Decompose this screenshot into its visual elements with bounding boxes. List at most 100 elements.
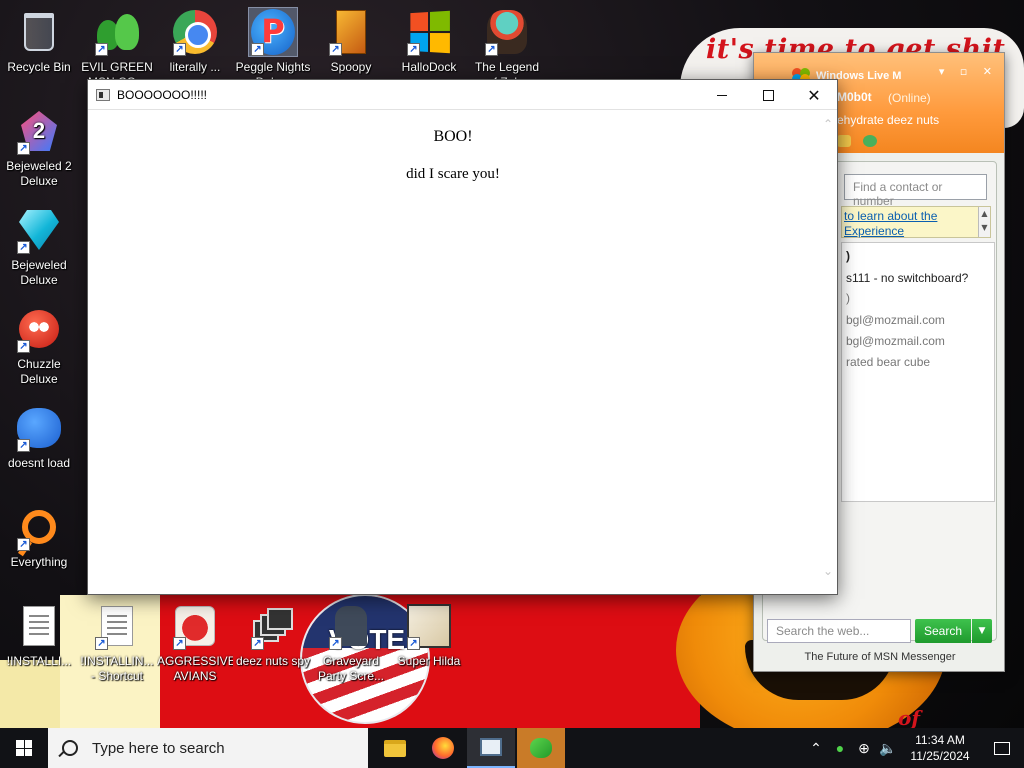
banner-link-line-1[interactable]: to learn about the — [844, 209, 937, 223]
scroll-up-arrow-icon[interactable]: ⌃ — [823, 118, 833, 130]
desktop-icon-bejeweled-2[interactable]: 2 ↗ Bejeweled 2 Deluxe — [1, 107, 77, 189]
close-button[interactable]: ✕ — [791, 80, 837, 110]
desktop-icon-evil-green-msn[interactable]: ↗ EVIL GREEN MSN CO... — [79, 8, 155, 90]
desktop-icon-doesnt-load[interactable]: ↗ doesnt load — [1, 404, 77, 471]
desktop-icon-legend[interactable]: ↗ The Legend of Zel... — [469, 8, 545, 90]
shortcut-arrow-icon: ↗ — [17, 142, 30, 155]
desktop-icon-bejeweled[interactable]: ↗ Bejeweled Deluxe — [1, 206, 77, 288]
desktop-icon-peggle-nights[interactable]: P↗ Peggle Nights Delu... — [235, 7, 311, 90]
desktop-icon-deez-nuts-spy[interactable]: ↗ deez nuts spy — [235, 602, 311, 669]
msn-display-name[interactable]: M0b0t — [837, 90, 872, 104]
scroll-down-arrow-icon[interactable]: ⌄ — [823, 565, 833, 577]
angry-bird-icon: ↗ — [171, 602, 219, 650]
desktop-icon-installing[interactable]: !INSTALLI... — [1, 602, 77, 669]
dialog-title: BOOOOOOO!!!!! — [117, 87, 208, 102]
vertical-scrollbar[interactable]: ⌃ ⌄ — [819, 111, 837, 596]
contact-item[interactable]: bgl@mozmail.com — [846, 313, 994, 327]
desktop-icon-label: deez nuts spy — [235, 654, 311, 668]
desktop-icon-label: Everything — [10, 555, 68, 569]
taskbar-search-placeholder: Type here to search — [92, 739, 225, 757]
msn-spaces-icon[interactable] — [863, 135, 877, 147]
web-search-button[interactable]: Search — [915, 619, 971, 643]
msn-contact-list: ) s111 - no switchboard? ) bgl@mozmail.c… — [841, 242, 995, 502]
banner-link-line-2[interactable]: Experience — [844, 224, 904, 238]
notification-center-button[interactable] — [980, 728, 1024, 768]
desktop-icon-label: HalloDock — [401, 60, 457, 74]
boo-message: did I scare you! — [406, 166, 500, 182]
shortcut-arrow-icon: ↗ — [17, 340, 30, 353]
desktop-icon-label: Recycle Bin — [7, 60, 71, 74]
taskbar-firefox[interactable] — [419, 728, 467, 768]
diamond-gem-icon: ↗ — [15, 206, 63, 254]
msn-tray-icon[interactable]: ● — [828, 740, 852, 756]
desktop-icon-literally[interactable]: ↗ literally ... — [157, 8, 233, 75]
search-icon — [62, 740, 78, 756]
desktop-icon-aggressive-avians[interactable]: ↗ AGGRESSIVE AVIANS — [157, 602, 233, 684]
shortcut-arrow-icon: ↗ — [329, 43, 342, 56]
msn-personal-message[interactable]: ehydrate deez nuts — [837, 113, 939, 127]
taskbar-file-explorer[interactable] — [371, 728, 419, 768]
contact-search-input[interactable]: Find a contact or number — [844, 174, 987, 208]
taskbar-msn-messenger[interactable] — [517, 728, 565, 768]
contact-group-header[interactable]: ) — [846, 249, 994, 263]
msn-window-controls[interactable]: ▾ ▫ ✕ — [939, 65, 998, 78]
msn-status-text[interactable]: (Online) — [888, 91, 931, 105]
desktop-icon-label: !INSTALLIN... - Shortcut — [80, 654, 154, 683]
taskbar-clock[interactable]: 11:34 AM 11/25/2024 — [900, 732, 980, 764]
desktop-icon-label: !INSTALLI... — [6, 654, 72, 668]
taskbar: Type here to search ⌃ ● ⊕ 🔈 11:34 AM 11/… — [0, 728, 1024, 768]
shortcut-arrow-icon: ↗ — [329, 637, 342, 650]
desktop-icon-label: Bejeweled 2 Deluxe — [6, 159, 72, 188]
desktop-icon-everything[interactable]: ↗ Everything — [1, 503, 77, 570]
contact-item[interactable]: bgl@mozmail.com — [846, 334, 994, 348]
contact-item[interactable]: rated bear cube — [846, 355, 994, 369]
volume-icon[interactable]: 🔈 — [876, 740, 900, 757]
desktop-icon-label: Spoopy — [330, 60, 372, 74]
taskbar-search-box[interactable]: Type here to search — [48, 728, 368, 768]
graveyard-icon: ↗ — [327, 602, 375, 650]
web-search-input[interactable]: Search the web... — [767, 619, 911, 643]
shortcut-arrow-icon: ↗ — [95, 43, 108, 56]
desktop-icon-installing-shortcut[interactable]: ↗ !INSTALLIN... - Shortcut — [79, 602, 155, 684]
desktop-icon-label: Chuzzle Deluxe — [17, 357, 61, 386]
msn-people-icon — [530, 738, 552, 758]
desktop-icon-hallodock[interactable]: ↗ HalloDock — [391, 8, 467, 75]
search-dropdown-button[interactable]: ▼ — [972, 619, 992, 643]
desktop-icon-spoopy[interactable]: ↗ Spoopy — [313, 8, 389, 75]
dialog-titlebar[interactable]: BOOOOOOO!!!!! ✕ — [88, 80, 837, 110]
super-hilda-icon: ↗ — [405, 602, 453, 650]
chevron-up-icon[interactable]: ⌃ — [804, 740, 828, 757]
boo-dialog-window[interactable]: BOOOOOOO!!!!! ✕ BOO! did I scare you! ⌃ … — [87, 79, 838, 595]
stacked-windows-icon: ↗ — [249, 602, 297, 650]
shortcut-arrow-icon: ↗ — [407, 637, 420, 650]
shortcut-arrow-icon: ↗ — [17, 538, 30, 551]
everything-search-icon: ↗ — [15, 503, 63, 551]
shortcut-arrow-icon: ↗ — [407, 43, 420, 56]
desktop-icon-chuzzle[interactable]: ↗ Chuzzle Deluxe — [1, 305, 77, 387]
maximize-button[interactable] — [745, 80, 791, 110]
msn-info-banner: to learn about the Experience ▲ ▼ — [841, 206, 991, 238]
banner-scrollbar[interactable]: ▲ ▼ — [978, 207, 990, 237]
msn-mail-icon[interactable] — [837, 135, 851, 147]
chrome-icon: ↗ — [171, 8, 219, 56]
msn-toolbar — [837, 135, 877, 147]
network-globe-icon[interactable]: ⊕ — [852, 740, 876, 757]
desktop-icon-graveyard-party[interactable]: ↗ Graveyard Party Scre... — [313, 602, 389, 684]
desktop-icon-super-hilda[interactable]: ↗ Super Hilda — [391, 602, 467, 669]
minimize-button[interactable] — [699, 80, 745, 110]
chuzzle-icon: ↗ — [15, 305, 63, 353]
contact-group-header[interactable]: ) — [846, 291, 994, 305]
boo-heading: BOO! — [433, 128, 473, 145]
desktop-icon-recycle-bin[interactable]: Recycle Bin — [1, 8, 77, 75]
app-window-icon — [96, 88, 110, 101]
shortcut-arrow-icon: ↗ — [173, 637, 186, 650]
start-button[interactable] — [0, 728, 48, 768]
shortcut-arrow-icon: ↗ — [173, 43, 186, 56]
taskbar-boo-app[interactable] — [467, 728, 515, 768]
blue-bird-icon: ↗ — [15, 404, 63, 452]
wallpaper-yellow-panel-left — [0, 660, 60, 728]
shortcut-arrow-icon: ↗ — [95, 637, 108, 650]
shortcut-arrow-icon: ↗ — [251, 637, 264, 650]
shortcut-arrow-icon: ↗ — [251, 43, 264, 56]
contact-item[interactable]: s111 - no switchboard? — [846, 271, 994, 285]
